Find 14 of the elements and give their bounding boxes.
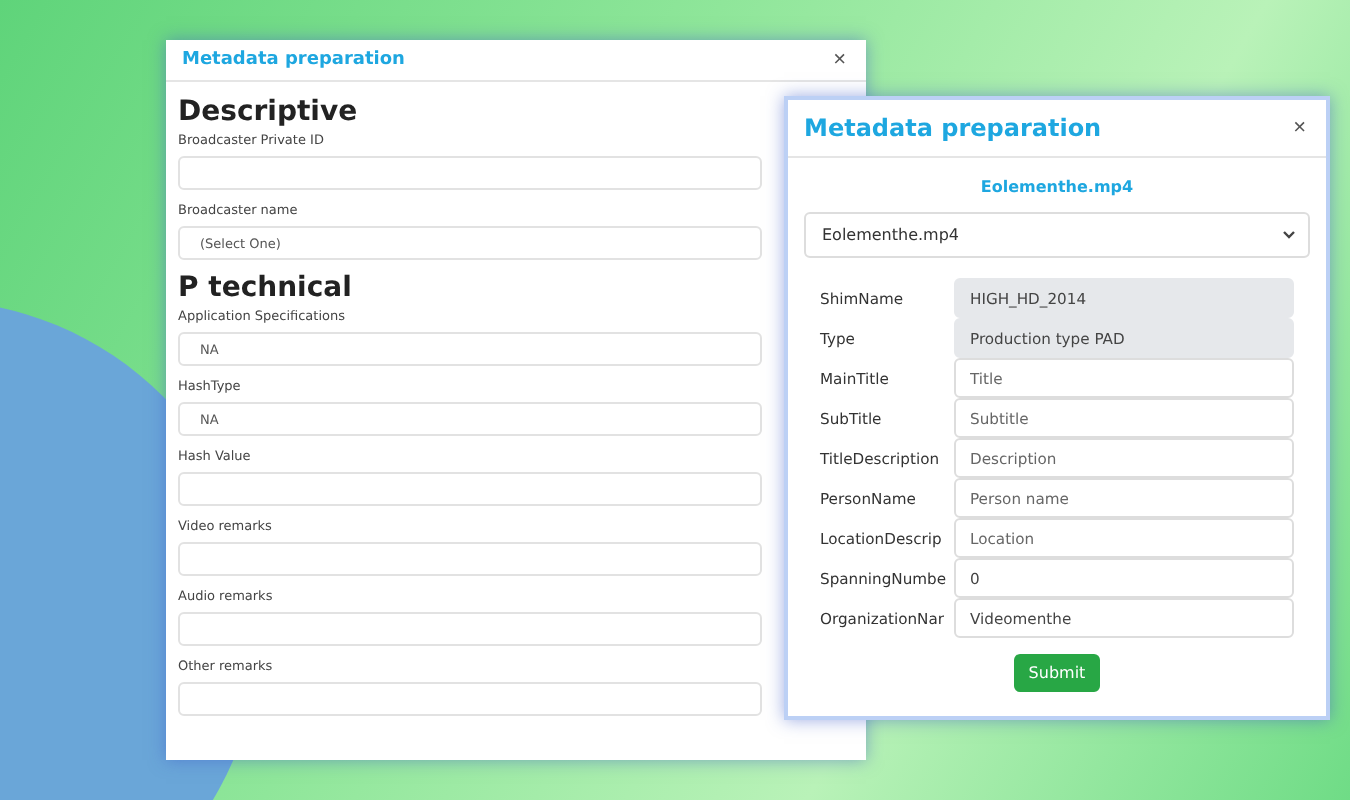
input-field[interactable] <box>178 612 762 646</box>
section-heading: Descriptive <box>178 96 360 128</box>
input-field[interactable] <box>178 156 762 190</box>
section-heading: P technical <box>178 272 354 304</box>
close-button[interactable]: × <box>1289 116 1310 140</box>
input-field[interactable] <box>178 542 762 576</box>
file-select[interactable]: Eolementhe.mp4 <box>804 212 1310 258</box>
chevron-down-icon <box>1282 230 1296 240</box>
dialog-title: Metadata preparation <box>804 114 1102 142</box>
close-button[interactable]: × <box>829 48 850 72</box>
input-field[interactable] <box>178 472 762 506</box>
input-field[interactable] <box>178 682 762 716</box>
dialog-title: Metadata preparation <box>182 50 405 70</box>
file-name: Eolementhe.mp4 <box>978 178 1136 196</box>
